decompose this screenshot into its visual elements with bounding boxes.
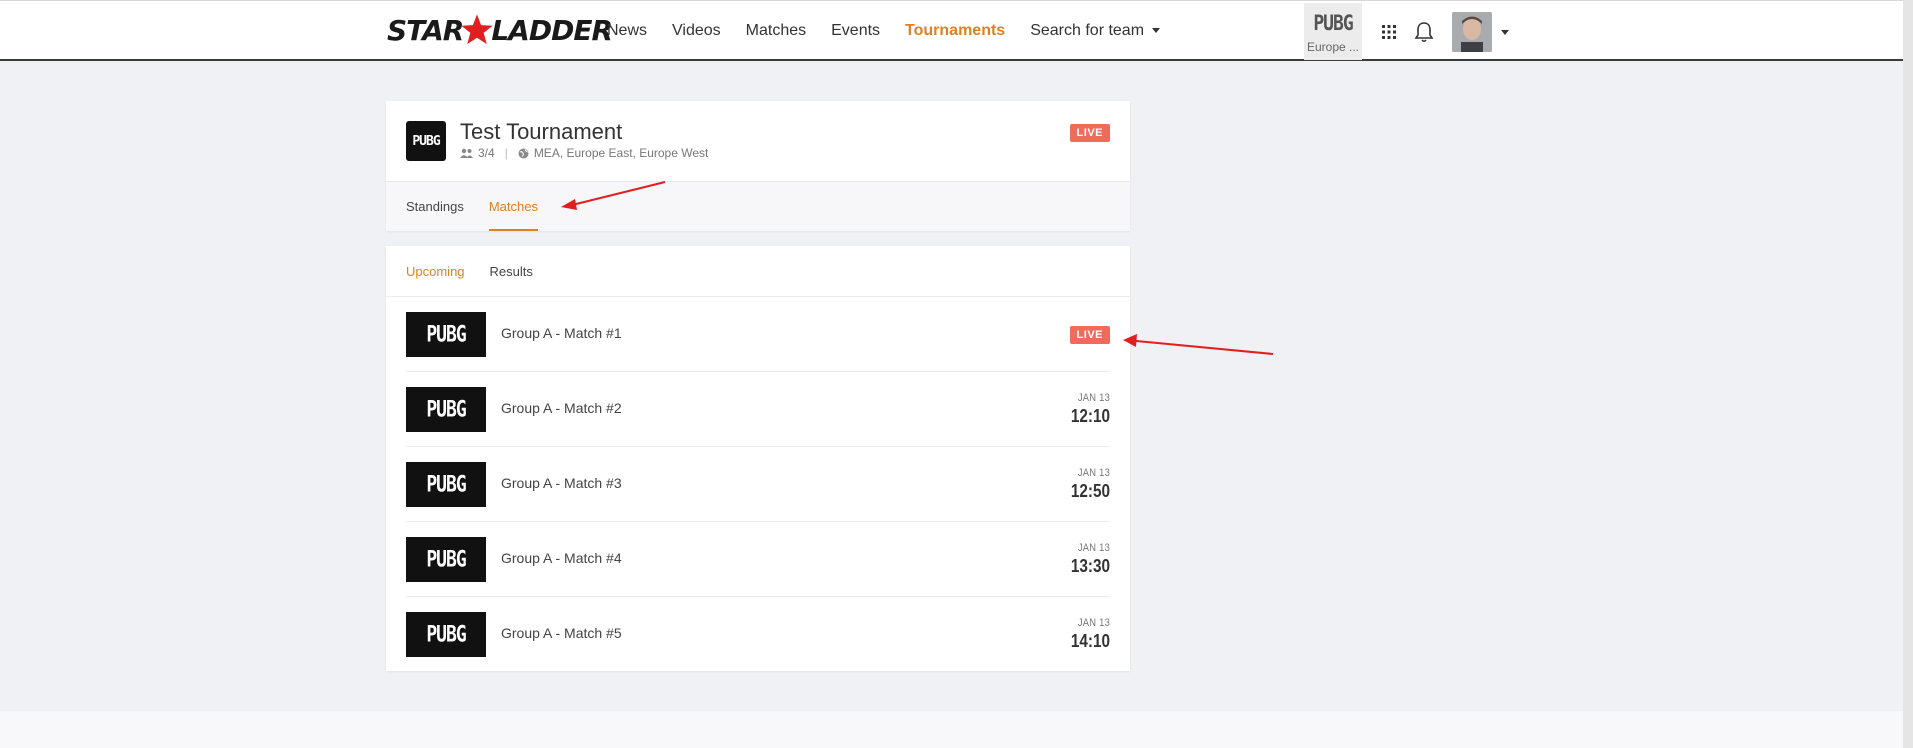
nav-tournaments[interactable]: Tournaments [905,22,1005,40]
chevron-down-icon [1152,27,1161,33]
match-time: 13:30 [1070,556,1110,576]
match-row[interactable]: PUBG Group A - Match #1 LIVE [406,297,1110,372]
tournament-title: Test Tournament [460,119,623,144]
teams-count: 3/4 [478,146,495,160]
match-game-logo: PUBG [406,537,486,582]
user-menu-chevron-icon[interactable] [1501,30,1509,35]
match-logo-text: PUBG [426,621,466,648]
match-schedule: JAN 13 12:10 [1064,392,1110,427]
nav-matches[interactable]: Matches [746,22,806,40]
nav-events[interactable]: Events [831,22,880,40]
match-name: Group A - Match #1 [501,325,622,341]
match-name: Group A - Match #3 [501,475,622,491]
match-game-logo: PUBG [406,462,486,507]
match-game-logo: PUBG [406,387,486,432]
page-footer-band [0,711,1903,748]
tournament-header-card: PUBG Test Tournament 3/4 | MEA, Europe E… [386,101,1130,231]
annotation-arrow-live [1123,334,1274,355]
pubg-logo: PUBG [1313,10,1353,37]
match-date: JAN 13 [1077,467,1110,479]
red-star-icon [461,14,493,45]
user-avatar-image [1452,12,1492,52]
nav-news[interactable]: News [607,22,647,40]
notification-bell-icon[interactable] [1414,21,1434,43]
apps-grid-icon[interactable] [1382,25,1396,39]
match-row[interactable]: PUBG Group A - Match #3 JAN 13 12:50 [406,447,1110,522]
match-game-logo: PUBG [406,612,486,657]
main-nav: News Videos Matches Events Tournaments S… [607,1,1185,60]
match-name: Group A - Match #2 [501,400,622,416]
game-selector[interactable]: PUBG Europe ... [1304,3,1362,60]
match-time: 12:10 [1070,406,1110,426]
subtab-upcoming[interactable]: Upcoming [406,264,465,279]
match-list: PUBG Group A - Match #1 LIVE PUBG Group … [386,297,1130,671]
tournament-tabs: Standings Matches [386,181,1130,231]
matches-card: Upcoming Results PUBG Group A - Match #1… [386,246,1130,671]
match-time: 12:50 [1070,481,1110,501]
globe-icon [518,148,529,158]
match-date: JAN 13 [1077,617,1110,629]
nav-search-label: Search for team [1030,21,1145,39]
match-logo-text: PUBG [426,471,466,498]
match-row[interactable]: PUBG Group A - Match #2 JAN 13 12:10 [406,372,1110,447]
meta-separator: | [504,146,508,160]
match-status: LIVE [1069,325,1110,344]
logo-text-ladder: LADDER [491,13,613,47]
match-logo-text: PUBG [426,546,466,573]
tab-standings[interactable]: Standings [406,182,464,231]
tab-matches[interactable]: Matches [488,182,539,231]
starladder-logo[interactable]: STAR LADDER [387,10,613,50]
match-time: 14:10 [1070,631,1110,651]
tournament-game-logo: PUBG [406,121,446,161]
match-row[interactable]: PUBG Group A - Match #5 JAN 13 14:10 [406,597,1110,671]
matches-subtabs: Upcoming Results [386,246,1130,297]
page-scrollbar[interactable] [1903,0,1913,748]
match-schedule: JAN 13 14:10 [1064,617,1110,652]
user-avatar[interactable] [1452,12,1492,52]
tournament-live-badge: LIVE [1069,124,1110,142]
match-name: Group A - Match #5 [501,625,622,641]
match-live-badge: LIVE [1069,326,1110,344]
match-name: Group A - Match #4 [501,550,622,566]
logo-text-star: STAR [387,13,464,47]
nav-videos[interactable]: Videos [672,22,721,40]
match-logo-text: PUBG [426,321,466,348]
match-game-logo: PUBG [406,312,486,357]
match-schedule: JAN 13 12:50 [1064,467,1110,502]
top-navigation-bar: STAR LADDER News Videos Matches Events T… [0,0,1903,61]
match-date: JAN 13 [1077,542,1110,554]
match-schedule: JAN 13 13:30 [1064,542,1110,577]
tournament-meta: 3/4 | MEA, Europe East, Europe West [460,146,708,160]
nav-search-for-team[interactable]: Search for team [1030,21,1161,40]
subtab-results[interactable]: Results [490,264,533,279]
match-date: JAN 13 [1077,392,1110,404]
tournament-regions: MEA, Europe East, Europe West [533,146,709,160]
match-logo-text: PUBG [426,396,466,423]
users-icon [460,148,473,158]
match-row[interactable]: PUBG Group A - Match #4 JAN 13 13:30 [406,522,1110,597]
game-region-label: Europe ... [1306,40,1360,54]
